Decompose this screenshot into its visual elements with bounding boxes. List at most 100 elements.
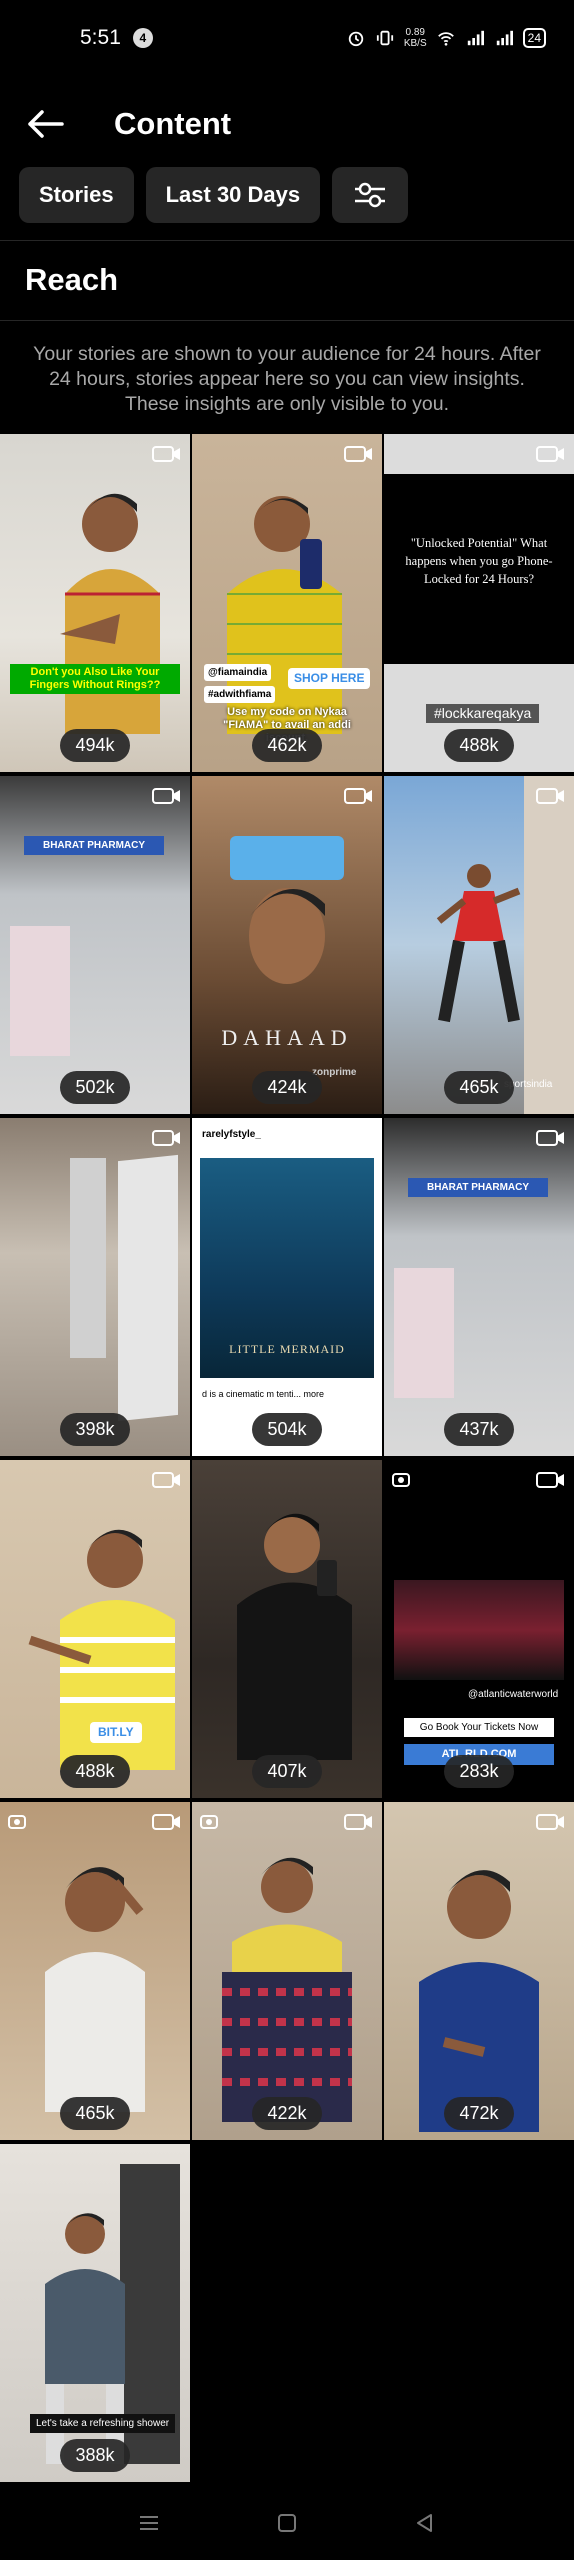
video-camera-icon (344, 1814, 372, 1830)
story-tile[interactable]: 398k (0, 1118, 190, 1456)
vibrate-icon (376, 30, 393, 46)
filter-bar: Stories Last 30 Days (0, 162, 574, 228)
reach-count: 407k (252, 1755, 322, 1788)
header: Content (0, 76, 574, 172)
reach-count: 437k (444, 1413, 514, 1446)
date-range-filter[interactable]: Last 30 Days (145, 167, 321, 223)
story-tile[interactable]: BHARAT PHARMACY 437k (384, 1118, 574, 1456)
video-camera-icon (536, 788, 564, 804)
filter-settings-button[interactable] (332, 167, 409, 223)
reach-count: 504k (252, 1413, 322, 1446)
video-camera-icon (536, 1472, 564, 1488)
sliders-icon (355, 182, 386, 208)
back-button[interactable] (0, 76, 90, 172)
signal-icon (467, 30, 484, 46)
story-caption: Don't you Also Like Your Fingers Without… (10, 664, 180, 694)
video-camera-icon (536, 446, 564, 462)
page-title: Content (114, 106, 232, 141)
story-tile[interactable]: @atlanticwaterworld Go Book Your Tickets… (384, 1460, 574, 1798)
question-sticker (230, 836, 344, 880)
person-figure (45, 1867, 145, 2112)
reach-count: 472k (444, 2097, 514, 2130)
square-icon (278, 2514, 296, 2532)
arrow-left-icon (28, 110, 64, 138)
reach-count: 422k (252, 2097, 322, 2130)
story-description: d is a cinematic m tenti... more (202, 1389, 325, 1399)
net-speed: 0.89 KB/S (403, 27, 427, 49)
story-tile[interactable]: @fiamaindia #adwithfiama SHOP HERE Use m… (192, 434, 382, 772)
content-type-filter[interactable]: Stories (19, 167, 134, 223)
video-camera-icon (152, 1130, 180, 1146)
story-tile[interactable]: rarelyfstyle_ LITTLE MERMAID d is a cine… (192, 1118, 382, 1456)
story-tag: #lockkareqakya (426, 704, 540, 723)
video-camera-icon (536, 1130, 564, 1146)
divider (0, 240, 574, 241)
story-tile[interactable]: 472k (384, 1802, 574, 2140)
person-figure (249, 888, 325, 984)
shop-sign (10, 926, 70, 1056)
video-camera-icon (152, 788, 180, 804)
wifi-icon (437, 32, 454, 46)
status-time: 5:51 (80, 26, 121, 49)
menu-icon (140, 2516, 158, 2530)
reach-count: 424k (252, 1071, 322, 1104)
reach-count: 462k (252, 729, 322, 762)
story-tile[interactable]: 422k (192, 1802, 382, 2140)
reach-count: 494k (60, 729, 130, 762)
display-banner (70, 1158, 106, 1358)
story-link-sticker: SHOP HERE (288, 668, 371, 689)
alarm-icon (348, 31, 364, 47)
video-camera-icon (344, 788, 372, 804)
story-caption: LITTLE MERMAID (229, 1342, 345, 1356)
story-caption: "Unlocked Potential" What happens when y… (405, 536, 553, 586)
signal-2-icon (496, 30, 513, 46)
story-tile[interactable]: Let's take a refreshing shower 388k (0, 2144, 190, 2482)
wall (524, 776, 574, 1114)
video-camera-icon (152, 446, 180, 462)
status-icons: 0.89 KB/S 24 (346, 27, 546, 49)
reach-count: 283k (444, 1755, 514, 1788)
story-tag: @atlanticwaterworld (468, 1689, 559, 1700)
story-tile[interactable]: BIT.LY 488k (0, 1460, 190, 1798)
person-figure (436, 864, 521, 1023)
reach-count: 465k (60, 2097, 130, 2130)
recents-button[interactable] (129, 2503, 169, 2543)
battery-indicator: 24 (522, 28, 546, 48)
divider (0, 320, 574, 321)
story-username: rarelyfstyle_ (202, 1129, 261, 1140)
person-figure (237, 1513, 352, 1760)
status-bar: 5:51 4 0.89 KB/S 24 (0, 0, 574, 76)
story-tile[interactable]: "Unlocked Potential" What happens when y… (384, 434, 574, 772)
video-camera-icon (536, 1814, 564, 1830)
home-button[interactable] (267, 2503, 307, 2543)
camera-icon (200, 1815, 218, 1829)
reach-count: 502k (60, 1071, 130, 1104)
reach-count: 465k (444, 1071, 514, 1104)
video-camera-icon (152, 1814, 180, 1830)
story-tag: @fiamaindia (204, 664, 272, 681)
camera-icon (392, 1473, 410, 1487)
video-camera-icon (344, 446, 372, 462)
story-tile[interactable]: DAHAAD zonprime 424k (192, 776, 382, 1114)
story-tile[interactable]: sportsindia 465k (384, 776, 574, 1114)
shop-sign (394, 1268, 454, 1398)
system-back-button[interactable] (405, 2503, 445, 2543)
section-title: Reach (25, 262, 119, 297)
story-tile[interactable]: BHARAT PHARMACY 502k (0, 776, 190, 1114)
reach-count: 488k (444, 729, 514, 762)
video-camera-icon (152, 1472, 180, 1488)
info-text: Your stories are shown to your audience … (33, 343, 541, 415)
notification-count-badge: 4 (132, 28, 153, 48)
reach-count: 388k (60, 2439, 130, 2472)
display-banner (118, 1154, 178, 1422)
person-figure (222, 1857, 352, 2122)
story-tile[interactable]: 407k (192, 1460, 382, 1798)
system-nav-bar (0, 2486, 574, 2560)
story-caption: BHARAT PHARMACY (24, 836, 164, 855)
story-caption: BHARAT PHARMACY (408, 1178, 548, 1197)
reach-count: 488k (60, 1755, 130, 1788)
story-tile[interactable]: Don't you Also Like Your Fingers Without… (0, 434, 190, 772)
story-caption: DAHAAD (221, 1025, 353, 1050)
triangle-back-icon (417, 2514, 432, 2532)
story-tile[interactable]: 465k (0, 1802, 190, 2140)
